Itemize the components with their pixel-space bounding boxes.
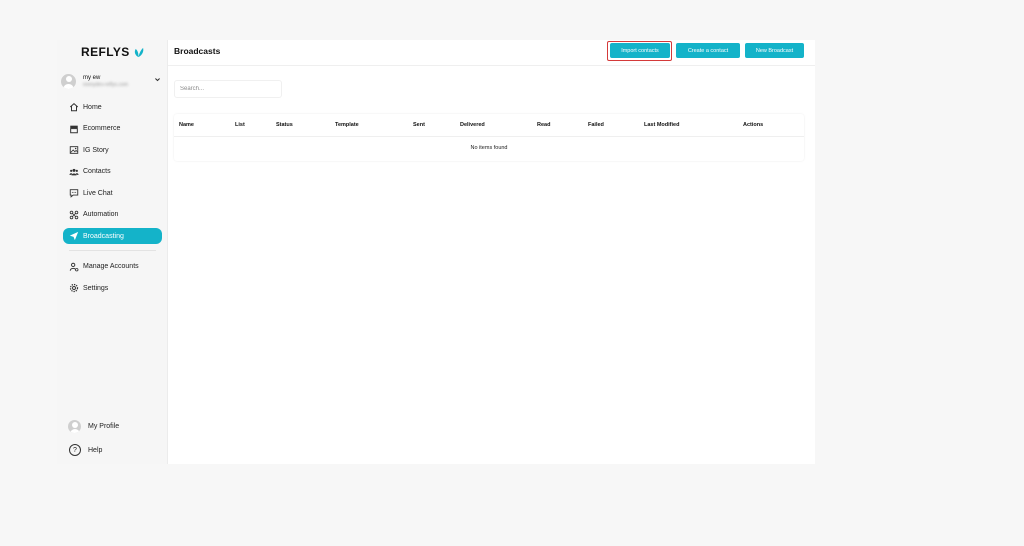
- sidebar-item-ig-story[interactable]: IG Story: [63, 142, 162, 158]
- automation-icon: [69, 210, 79, 220]
- broadcasts-table: Name List Status Template Sent Delivered…: [174, 114, 804, 161]
- account-name: my ew: [83, 74, 101, 81]
- sidebar-item-label: Ecommerce: [83, 125, 121, 132]
- account-subtitle: reenydev-reflys.com: [83, 81, 129, 88]
- sidebar-item-label: My Profile: [88, 422, 120, 430]
- main-content: Broadcasts Import contacts Create a cont…: [168, 40, 815, 464]
- sidebar-item-label: Contacts: [83, 168, 111, 175]
- app-window: REFLYS my ew reenydev-reflys.com Home Ec…: [57, 40, 815, 464]
- sidebar-divider: [69, 249, 156, 251]
- image-icon: [69, 145, 79, 155]
- column-header-sent[interactable]: Sent: [413, 122, 425, 128]
- sidebar-item-label: Automation: [83, 211, 119, 218]
- account-switcher[interactable]: my ew reenydev-reflys.com: [61, 70, 165, 92]
- header-divider: [168, 65, 815, 66]
- store-icon: [69, 124, 79, 134]
- table-empty-state: No items found: [470, 145, 508, 151]
- leaf-icon: [133, 47, 144, 58]
- sidebar-item-contacts[interactable]: Contacts: [63, 164, 162, 180]
- avatar: [68, 419, 81, 433]
- sidebar-item-live-chat[interactable]: Live Chat: [63, 185, 162, 201]
- help-icon: ?: [69, 444, 81, 456]
- sidebar-item-label: Manage Accounts: [83, 263, 139, 270]
- chevron-down-icon[interactable]: [154, 75, 161, 85]
- sidebar-item-settings[interactable]: Settings: [63, 280, 162, 296]
- sidebar-item-label: Home: [83, 103, 102, 111]
- new-broadcast-button[interactable]: New Broadcast: [745, 43, 804, 58]
- page-title: Broadcasts: [174, 46, 221, 56]
- users-icon: [69, 167, 79, 177]
- table-header: Name List Status Template Sent Delivered…: [174, 114, 804, 137]
- gear-icon: [69, 283, 79, 293]
- sidebar-item-label: IG Story: [83, 146, 109, 154]
- sidebar-item-automation[interactable]: Automation: [63, 207, 162, 223]
- sidebar-item-broadcasting[interactable]: Broadcasting: [63, 228, 162, 244]
- column-header-failed[interactable]: Failed: [588, 122, 604, 128]
- send-icon: [69, 231, 79, 241]
- column-header-delivered[interactable]: Delivered: [460, 122, 485, 128]
- sidebar-item-help[interactable]: ? Help: [63, 441, 162, 459]
- column-header-read[interactable]: Read: [537, 122, 550, 128]
- sidebar-bottom: My Profile ? Help: [63, 417, 162, 465]
- column-header-status[interactable]: Status: [276, 122, 293, 128]
- sidebar-item-manage-accounts[interactable]: Manage Accounts: [63, 259, 162, 275]
- sidebar-item-label: Help: [88, 446, 103, 454]
- column-header-actions: Actions: [743, 122, 764, 128]
- sidebar-item-ecommerce[interactable]: Ecommerce: [63, 121, 162, 137]
- user-settings-icon: [69, 262, 79, 272]
- sidebar-item-my-profile[interactable]: My Profile: [63, 417, 162, 435]
- chat-icon: [69, 188, 79, 198]
- sidebar-item-label: Live Chat: [83, 189, 113, 197]
- sidebar-item-home[interactable]: Home: [63, 99, 162, 115]
- brand-logo[interactable]: REFLYS: [81, 45, 144, 59]
- column-header-list[interactable]: List: [235, 122, 245, 128]
- home-icon: [69, 102, 79, 112]
- search-input[interactable]: [174, 80, 282, 98]
- sidebar-item-label: Settings: [83, 284, 109, 292]
- brand-name: REFLYS: [81, 45, 130, 59]
- create-contact-button[interactable]: Create a contact: [676, 43, 740, 58]
- sidebar: REFLYS my ew reenydev-reflys.com Home Ec…: [57, 40, 168, 464]
- sidebar-item-label: Broadcasting: [83, 232, 124, 240]
- avatar: [61, 73, 76, 89]
- column-header-template[interactable]: Template: [335, 122, 359, 128]
- import-contacts-button[interactable]: Import contacts: [610, 43, 670, 58]
- column-header-last-modified[interactable]: Last Modified: [644, 122, 679, 128]
- column-header-name[interactable]: Name: [179, 122, 194, 128]
- sidebar-nav: Home Ecommerce IG Story Contacts Live Ch…: [63, 99, 162, 302]
